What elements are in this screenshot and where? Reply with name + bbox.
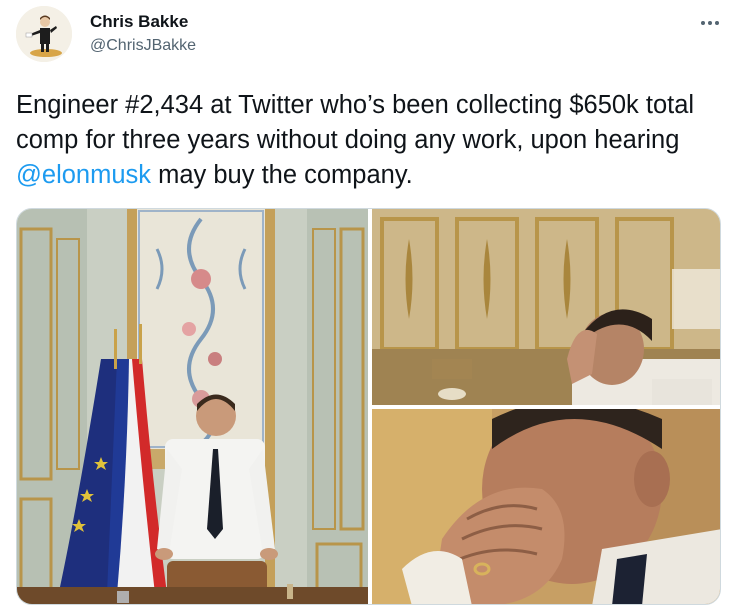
photo-man-head-in-hand (372, 209, 720, 405)
author-handle[interactable]: @ChrisJBakke (90, 37, 196, 55)
media-photo[interactable] (372, 209, 720, 405)
avatar[interactable] (16, 6, 72, 62)
photo-man-hands-on-face (372, 409, 720, 604)
tweet-text-part: Engineer #2,434 at Twitter who’s been co… (16, 91, 695, 154)
more-options-button[interactable] (694, 10, 726, 36)
media-grid (16, 208, 721, 605)
photo-man-at-desk-with-flags (17, 209, 368, 604)
avatar-illustration (16, 6, 72, 62)
media-photo[interactable] (17, 209, 368, 604)
tweet-text-part: may buy the company. (151, 161, 413, 189)
tweet-text: Engineer #2,434 at Twitter who’s been co… (16, 88, 716, 193)
tweet-card[interactable]: Chris Bakke @ChrisJBakke Engineer #2,434… (0, 0, 732, 615)
more-horizontal-icon (701, 21, 719, 25)
mention-link[interactable]: @elonmusk (16, 161, 151, 189)
author-display-name[interactable]: Chris Bakke (90, 12, 188, 32)
media-photo[interactable] (372, 409, 720, 604)
